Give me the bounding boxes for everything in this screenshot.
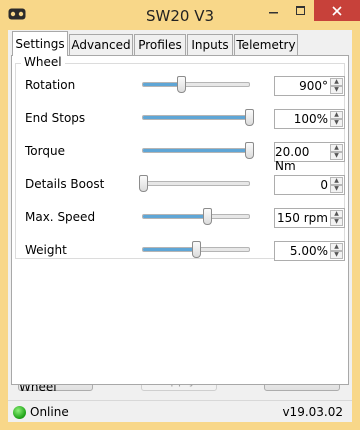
online-status-icon bbox=[13, 406, 26, 419]
details-boost-spinbox[interactable]: 0 ▲ ▼ bbox=[274, 175, 345, 195]
slider-fill bbox=[143, 116, 249, 119]
version-label: v19.03.02 bbox=[282, 405, 343, 419]
slider-fill bbox=[143, 248, 196, 251]
max-speed-value[interactable]: 150 rpm bbox=[277, 211, 328, 225]
max-speed-slider[interactable] bbox=[142, 208, 250, 225]
details-boost-value[interactable]: 0 bbox=[320, 178, 328, 192]
maximize-button[interactable] bbox=[287, 0, 314, 21]
slider-thumb[interactable] bbox=[245, 142, 254, 159]
torque-slider[interactable] bbox=[142, 142, 254, 159]
spin-up-icon[interactable]: ▲ bbox=[330, 78, 343, 86]
spin-down-icon[interactable]: ▼ bbox=[330, 251, 343, 259]
spin-up-icon[interactable]: ▲ bbox=[330, 243, 343, 251]
tab-label: Advanced bbox=[71, 38, 131, 52]
tab-telemetry[interactable]: Telemetry bbox=[234, 34, 298, 55]
spin-down-icon[interactable]: ▼ bbox=[330, 218, 343, 226]
window-client-area: Settings Advanced Profiles Inputs Teleme… bbox=[8, 30, 352, 422]
weight-spinbox[interactable]: 5.00% ▲ ▼ bbox=[274, 241, 345, 261]
wheel-group-title: Wheel bbox=[21, 55, 65, 69]
spin-up-icon[interactable]: ▲ bbox=[330, 144, 343, 152]
end-stops-label: End Stops bbox=[25, 111, 86, 125]
spin-down-icon[interactable]: ▼ bbox=[330, 119, 343, 127]
close-icon bbox=[332, 5, 342, 16]
tab-profiles[interactable]: Profiles bbox=[134, 34, 186, 55]
tab-inputs[interactable]: Inputs bbox=[187, 34, 233, 55]
torque-label: Torque bbox=[25, 144, 65, 158]
end-stops-value[interactable]: 100% bbox=[294, 112, 328, 126]
slider-fill bbox=[143, 83, 182, 86]
title-bar[interactable]: SW20 V3 bbox=[0, 0, 360, 30]
slider-thumb[interactable] bbox=[192, 241, 201, 258]
max-speed-label: Max. Speed bbox=[25, 210, 96, 224]
settings-panel: Wheel Rotation 900° ▲ ▼ End Stops 100% ▲… bbox=[11, 55, 349, 385]
maximize-icon bbox=[295, 5, 305, 15]
slider-thumb[interactable] bbox=[202, 208, 212, 225]
max-speed-spinbox[interactable]: 150 rpm ▲ ▼ bbox=[274, 208, 345, 228]
end-stops-slider[interactable] bbox=[142, 109, 254, 126]
tab-label: Inputs bbox=[191, 38, 229, 52]
torque-value[interactable]: 20.00 Nm bbox=[275, 145, 328, 173]
slider-thumb[interactable] bbox=[177, 76, 187, 93]
slider-fill bbox=[143, 215, 207, 218]
tab-advanced[interactable]: Advanced bbox=[69, 34, 133, 55]
status-bar: Online v19.03.02 bbox=[8, 400, 352, 422]
rotation-slider[interactable] bbox=[142, 76, 250, 93]
slider-thumb[interactable] bbox=[139, 175, 148, 192]
slider-thumb[interactable] bbox=[245, 109, 254, 126]
minimize-button[interactable] bbox=[260, 0, 287, 21]
minimize-icon bbox=[268, 11, 278, 13]
details-boost-label: Details Boost bbox=[25, 177, 105, 191]
rotation-label: Rotation bbox=[25, 78, 76, 92]
close-window-button[interactable] bbox=[314, 0, 360, 21]
spin-up-icon[interactable]: ▲ bbox=[330, 111, 343, 119]
spin-up-icon[interactable]: ▲ bbox=[330, 177, 343, 185]
tab-label: Profiles bbox=[138, 38, 182, 52]
tab-settings[interactable]: Settings bbox=[12, 31, 68, 56]
weight-value[interactable]: 5.00% bbox=[290, 244, 328, 258]
spin-down-icon[interactable]: ▼ bbox=[330, 185, 343, 193]
status-text: Online bbox=[30, 405, 69, 419]
details-boost-slider[interactable] bbox=[139, 175, 250, 192]
weight-label: Weight bbox=[25, 243, 67, 257]
tab-label: Telemetry bbox=[236, 38, 296, 52]
spin-down-icon[interactable]: ▼ bbox=[330, 86, 343, 94]
torque-spinbox[interactable]: 20.00 Nm ▲ ▼ bbox=[274, 142, 345, 173]
spin-down-icon[interactable]: ▼ bbox=[330, 152, 343, 160]
spin-up-icon[interactable]: ▲ bbox=[330, 210, 343, 218]
rotation-value[interactable]: 900° bbox=[299, 79, 328, 93]
rotation-spinbox[interactable]: 900° ▲ ▼ bbox=[274, 76, 345, 96]
wheel-group: Wheel Rotation 900° ▲ ▼ End Stops 100% ▲… bbox=[15, 55, 345, 261]
weight-slider[interactable] bbox=[142, 241, 250, 258]
end-stops-spinbox[interactable]: 100% ▲ ▼ bbox=[274, 109, 345, 129]
tab-label: Settings bbox=[15, 37, 65, 51]
slider-fill bbox=[143, 149, 249, 152]
